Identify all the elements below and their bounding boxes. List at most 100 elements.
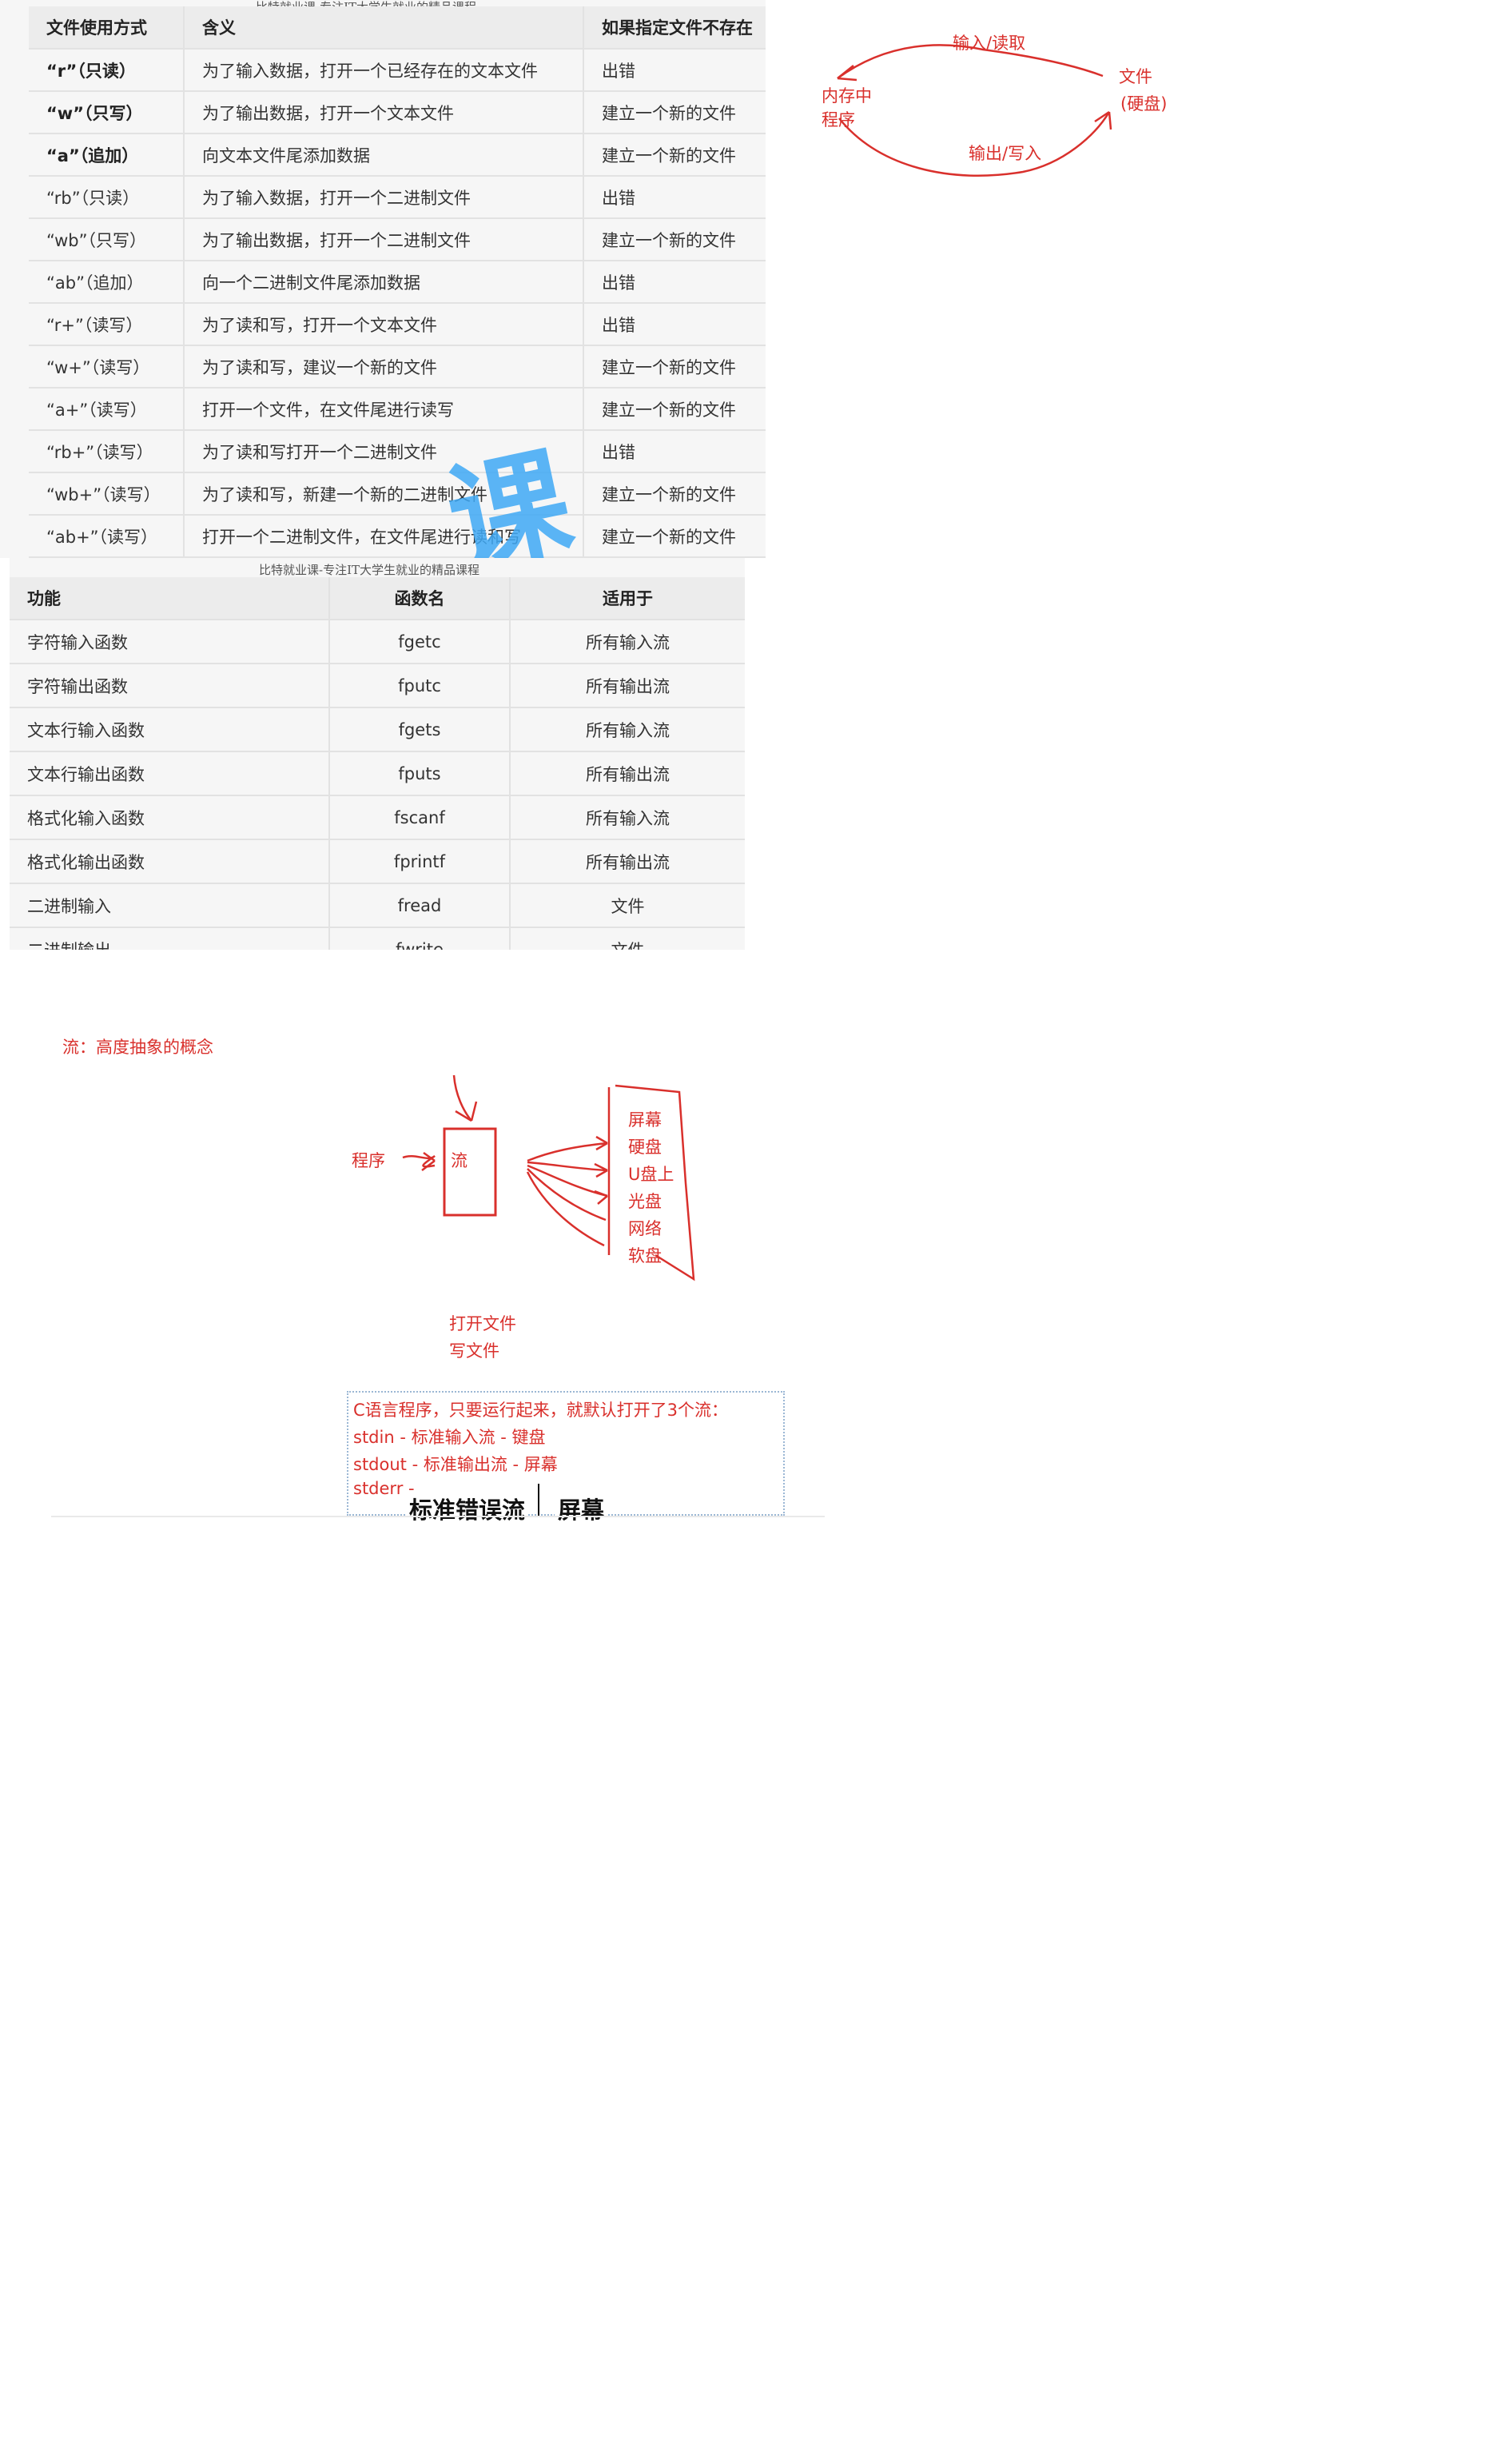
stderr-overlay-label: 标准错误流 bbox=[406, 1492, 529, 1525]
stream-target-item: 硬盘 bbox=[628, 1138, 662, 1157]
mode-cell: “wb”（只写） bbox=[29, 218, 185, 261]
function-cell: 文本行输入函数 bbox=[10, 707, 330, 752]
missing-cell: 出错 bbox=[583, 49, 766, 92]
applies-to-cell: 所有输出流 bbox=[510, 664, 745, 708]
table-row: “ab+”（读写） 打开一个二进制文件，在文件尾进行读和写 建立一个新的文件 bbox=[29, 515, 766, 558]
meaning-cell: 为了读和写，建议一个新的文件 bbox=[184, 345, 584, 389]
text-cursor bbox=[538, 1484, 539, 1516]
function-name-cell: fread bbox=[329, 883, 511, 928]
meaning-cell: 为了输出数据，打开一个二进制文件 bbox=[184, 218, 584, 261]
std-line-2: stdin - 标准输入流 - 键盘 bbox=[353, 1428, 546, 1447]
table-row: “rb”（只读） 为了输入数据，打开一个二进制文件 出错 bbox=[29, 176, 766, 219]
function-name-cell: fwrite bbox=[329, 927, 511, 950]
missing-cell: 建立一个新的文件 bbox=[583, 218, 766, 261]
stream-heading: 流：高度抽象的概念 bbox=[62, 1038, 213, 1057]
mode-cell: “ab+”（读写） bbox=[29, 515, 185, 558]
stream-target-item: 屏幕 bbox=[628, 1110, 662, 1130]
missing-cell: 建立一个新的文件 bbox=[583, 388, 766, 431]
applies-to-cell: 文件 bbox=[510, 927, 745, 950]
function-cell: 格式化输入函数 bbox=[10, 795, 330, 840]
missing-cell: 出错 bbox=[583, 303, 766, 346]
mode-cell: “rb+”（读写） bbox=[29, 430, 185, 473]
table-row: 文本行输出函数 fputs 所有输出流 bbox=[10, 751, 745, 796]
table-row: “r+”（读写） 为了读和写，打开一个文本文件 出错 bbox=[29, 303, 766, 346]
std-line-3: stdout - 标准输出流 - 屏幕 bbox=[353, 1455, 558, 1474]
missing-cell: 出错 bbox=[583, 261, 766, 304]
divider-line bbox=[51, 1516, 825, 1517]
function-name-cell: fprintf bbox=[329, 839, 511, 884]
stream-box bbox=[443, 1127, 497, 1217]
table-row: 二进制输入 fread 文件 bbox=[10, 883, 745, 928]
table-row: “rb+”（读写） 为了读和写打开一个二进制文件 出错 bbox=[29, 430, 766, 473]
meaning-cell: 为了输入数据，打开一个二进制文件 bbox=[184, 176, 584, 219]
stream-diagram bbox=[402, 1074, 695, 1281]
missing-cell: 建立一个新的文件 bbox=[583, 472, 766, 516]
header-meaning: 含义 bbox=[184, 6, 584, 50]
table-row: 字符输出函数 fputc 所有输出流 bbox=[10, 664, 745, 708]
program-label: 程序 bbox=[822, 110, 855, 130]
table-row: “r”（只读） 为了输入数据，打开一个已经存在的文本文件 出错 bbox=[29, 49, 766, 92]
mode-cell: “r”（只读） bbox=[29, 49, 185, 92]
table-header-row: 文件使用方式 含义 如果指定文件不存在 bbox=[29, 6, 766, 50]
missing-cell: 建立一个新的文件 bbox=[583, 345, 766, 389]
mode-cell: “r+”（读写） bbox=[29, 303, 185, 346]
header-mode: 文件使用方式 bbox=[29, 6, 185, 50]
function-cell: 字符输出函数 bbox=[10, 664, 330, 708]
table-row: “wb”（只写） 为了输出数据，打开一个二进制文件 建立一个新的文件 bbox=[29, 218, 766, 261]
meaning-cell: 向一个二进制文件尾添加数据 bbox=[184, 261, 584, 304]
table-row: 字符输入函数 fgetc 所有输入流 bbox=[10, 620, 745, 664]
function-table-panel: 比特就业课-专注IT大学生就业的精品课程 功能 函数名 适用于 字符输入函数 fg… bbox=[10, 558, 745, 950]
mode-cell: “a”（追加） bbox=[29, 134, 185, 177]
write-label: 输出/写入 bbox=[969, 144, 1042, 163]
function-cell: 二进制输出 bbox=[10, 927, 330, 950]
missing-cell: 建立一个新的文件 bbox=[583, 134, 766, 177]
file-mode-table-panel: 比特就业课-专注IT大学生就业的精品课程 文件使用方式 含义 如果指定文件不存在… bbox=[0, 0, 766, 558]
meaning-cell: 为了输出数据，打开一个文本文件 bbox=[184, 91, 584, 134]
stream-label: 流 bbox=[451, 1151, 468, 1170]
header-applies-to: 适用于 bbox=[510, 577, 745, 620]
table-row: 二进制输出fwrite文件 bbox=[10, 927, 745, 950]
meaning-cell: 向文本文件尾添加数据 bbox=[184, 134, 584, 177]
function-table: 功能 函数名 适用于 字符输入函数 fgetc 所有输入流 字符输出函数 fputc 所有… bbox=[10, 577, 745, 950]
header-function: 功能 bbox=[10, 577, 330, 620]
missing-cell: 出错 bbox=[583, 430, 766, 473]
table-row: “a”（追加） 向文本文件尾添加数据 建立一个新的文件 bbox=[29, 134, 766, 177]
read-label: 输入/读取 bbox=[953, 34, 1026, 53]
file-mode-table: 文件使用方式 含义 如果指定文件不存在 “r”（只读） 为了输入数据，打开一个已经… bbox=[29, 6, 766, 558]
stream-program-label: 程序 bbox=[352, 1151, 385, 1170]
table-row: “ab”（追加） 向一个二进制文件尾添加数据 出错 bbox=[29, 261, 766, 304]
table2-watermark: 比特就业课-专注IT大学生就业的精品课程 bbox=[259, 563, 480, 577]
mode-cell: “wb+”（读写） bbox=[29, 472, 185, 516]
disk-label: (硬盘) bbox=[1120, 94, 1168, 114]
function-name-cell: fgets bbox=[329, 707, 511, 752]
function-name-cell: fputs bbox=[329, 751, 511, 796]
missing-cell: 建立一个新的文件 bbox=[583, 515, 766, 558]
header-missing: 如果指定文件不存在 bbox=[583, 6, 766, 50]
applies-to-cell: 所有输入流 bbox=[510, 795, 745, 840]
open-file-label: 打开文件 bbox=[449, 1314, 516, 1333]
screen-overlay-label: 屏幕 bbox=[555, 1492, 608, 1525]
table-header-row: 功能 函数名 适用于 bbox=[10, 577, 745, 620]
stream-target-item: 网络 bbox=[628, 1219, 662, 1238]
meaning-cell: 为了读和写，打开一个文本文件 bbox=[184, 303, 584, 346]
mode-cell: “a+”（读写） bbox=[29, 388, 185, 431]
function-cell: 二进制输入 bbox=[10, 883, 330, 928]
function-name-cell: fgetc bbox=[329, 620, 511, 664]
std-line-1: C语言程序，只要运行起来，就默认打开了3个流： bbox=[353, 1401, 729, 1420]
file-label: 文件 bbox=[1119, 67, 1152, 86]
function-name-cell: fputc bbox=[329, 664, 511, 708]
applies-to-cell: 所有输入流 bbox=[510, 707, 745, 752]
table-row: 格式化输出函数 fprintf 所有输出流 bbox=[10, 839, 745, 884]
missing-cell: 出错 bbox=[583, 176, 766, 219]
function-name-cell: fscanf bbox=[329, 795, 511, 840]
table-row: 格式化输入函数 fscanf 所有输入流 bbox=[10, 795, 745, 840]
table-row: “w+”（读写） 为了读和写，建议一个新的文件 建立一个新的文件 bbox=[29, 345, 766, 389]
header-function-name: 函数名 bbox=[329, 577, 511, 620]
table-row: 文本行输入函数 fgets 所有输入流 bbox=[10, 707, 745, 752]
function-cell: 字符输入函数 bbox=[10, 620, 330, 664]
applies-to-cell: 文件 bbox=[510, 883, 745, 928]
table-row: “a+”（读写） 打开一个文件，在文件尾进行读写 建立一个新的文件 bbox=[29, 388, 766, 431]
meaning-cell: 为了输入数据，打开一个已经存在的文本文件 bbox=[184, 49, 584, 92]
stream-target-item: 光盘 bbox=[628, 1192, 662, 1211]
stream-target-item: U盘上 bbox=[628, 1165, 674, 1184]
